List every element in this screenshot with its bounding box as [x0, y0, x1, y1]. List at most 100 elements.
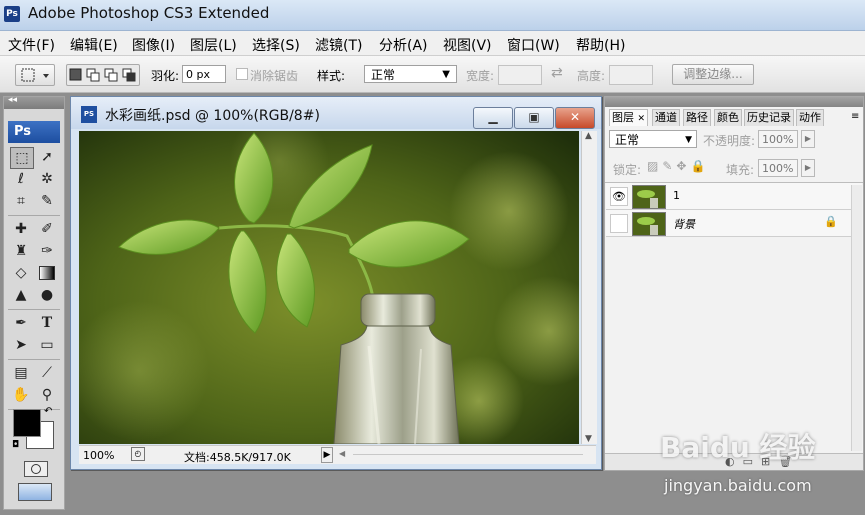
lock-label: 锁定:	[613, 163, 642, 177]
menu-window[interactable]: 窗口(W)	[507, 35, 560, 55]
blur-tool-icon[interactable]: ▲	[10, 285, 32, 305]
tab-channels[interactable]: 通道	[652, 109, 680, 126]
layers-scrollbar[interactable]	[851, 185, 862, 451]
type-tool-icon[interactable]: T	[36, 313, 58, 333]
title-bar: Ps Adobe Photoshop CS3 Extended	[0, 0, 865, 31]
screen-mode-icon[interactable]	[18, 483, 52, 501]
style-label: 样式:	[317, 69, 346, 83]
toolbox: ◂◂ Ps ⬚ ➚ ℓ ✲ ⌗ ✎ ✚ ✐ ♜ ✑ ◇ ▲ ● ✒ T ➤ ▭ …	[3, 95, 65, 510]
tab-paths[interactable]: 路径	[683, 109, 711, 126]
notes-tool-icon[interactable]: ▤	[10, 363, 32, 383]
close-button[interactable]: ✕	[555, 107, 595, 129]
menu-file[interactable]: 文件(F)	[8, 35, 55, 55]
zoom-level[interactable]: 100%	[83, 449, 114, 462]
history-brush-tool-icon[interactable]: ✑	[36, 241, 58, 261]
scroll-left-icon[interactable]: ◀	[339, 449, 345, 458]
lock-options-icon[interactable]: ▨✎✥🔒	[647, 159, 709, 173]
fill-input[interactable]: 100%	[758, 159, 798, 177]
gradient-tool-icon[interactable]	[36, 263, 58, 283]
menu-layer[interactable]: 图层(L)	[190, 35, 237, 55]
chevron-down-icon: ▼	[685, 135, 692, 145]
default-colors-icon[interactable]: ◘	[12, 440, 19, 450]
toolbox-grip[interactable]: ◂◂	[4, 95, 64, 109]
tab-color[interactable]: 颜色	[714, 109, 742, 126]
path-selection-tool-icon[interactable]: ➤	[10, 335, 32, 355]
feather-input[interactable]: 0 px	[182, 65, 226, 83]
minimize-button[interactable]: ▁	[473, 107, 513, 129]
horizontal-scrollbar[interactable]	[353, 454, 583, 455]
height-input[interactable]	[609, 65, 653, 85]
vertical-scrollbar[interactable]: ▲ ▼	[581, 131, 597, 444]
maximize-button[interactable]: ▣	[514, 107, 554, 129]
layer-name: 1	[673, 189, 680, 202]
healing-brush-tool-icon[interactable]: ✚	[10, 219, 32, 239]
selection-modes-icon[interactable]	[67, 65, 139, 85]
rectangular-marquee-tool-icon[interactable]: ⬚	[10, 147, 34, 169]
antialias-checkbox[interactable]	[236, 68, 248, 80]
style-select[interactable]: 正常 ▼	[364, 65, 457, 83]
swap-icon[interactable]: ⇄	[551, 65, 563, 81]
magic-wand-tool-icon[interactable]: ✲	[36, 169, 58, 189]
swap-colors-icon[interactable]: ↶	[44, 406, 52, 417]
fill-slider-icon[interactable]: ▶	[801, 159, 815, 177]
tool-preset-picker[interactable]	[15, 64, 55, 86]
hand-tool-icon[interactable]: ✋	[10, 385, 32, 405]
status-expand-icon[interactable]: ▶	[321, 447, 333, 463]
tab-actions[interactable]: 动作	[796, 109, 824, 126]
document-canvas[interactable]	[79, 131, 579, 444]
opacity-slider-icon[interactable]: ▶	[801, 130, 815, 148]
layer-name: 背景	[673, 218, 695, 231]
opacity-input[interactable]: 100%	[758, 130, 798, 148]
crop-tool-icon[interactable]: ⌗	[10, 191, 32, 211]
eraser-tool-icon[interactable]: ◇	[10, 263, 32, 283]
menu-view[interactable]: 视图(V)	[443, 35, 492, 55]
tab-layers[interactable]: 图层 ✕	[609, 109, 649, 126]
menu-edit[interactable]: 编辑(E)	[70, 35, 118, 55]
refine-edge-button[interactable]: 调整边缘...	[672, 64, 754, 85]
panel-menu-icon[interactable]: ≡	[851, 111, 859, 122]
tab-close-icon[interactable]: ✕	[638, 114, 646, 124]
dodge-tool-icon[interactable]: ●	[36, 285, 58, 305]
foreground-color-swatch[interactable]	[13, 409, 41, 437]
blend-mode-value: 正常	[615, 133, 640, 147]
layer-thumbnail	[632, 185, 666, 209]
scroll-down-icon[interactable]: ▼	[585, 434, 592, 444]
antialias-label: 消除锯齿	[250, 69, 299, 83]
move-tool-icon[interactable]: ➚	[36, 147, 58, 167]
panel-grip[interactable]	[605, 97, 863, 107]
visibility-toggle[interactable]	[610, 214, 628, 233]
menu-help[interactable]: 帮助(H)	[576, 35, 625, 55]
menu-analysis[interactable]: 分析(A)	[379, 35, 428, 55]
zoom-tool-icon[interactable]: ⚲	[36, 385, 58, 405]
quick-mask-icon[interactable]	[24, 461, 48, 477]
layer-row-1[interactable]: 👁 1	[606, 183, 862, 210]
collapse-icon[interactable]: ◂◂	[8, 95, 17, 105]
fill-label: 填充:	[726, 163, 755, 177]
width-input[interactable]	[498, 65, 542, 85]
style-value: 正常	[371, 68, 396, 82]
lock-icon: 🔒	[824, 215, 838, 228]
blend-mode-select[interactable]: 正常 ▼	[609, 130, 697, 148]
marquee-preset-icon	[21, 68, 49, 82]
menu-filter[interactable]: 滤镜(T)	[315, 35, 362, 55]
slice-tool-icon[interactable]: ✎	[36, 191, 58, 211]
layer-thumbnail	[632, 212, 666, 236]
tab-history[interactable]: 历史记录	[744, 109, 794, 126]
scroll-up-icon[interactable]: ▲	[585, 131, 592, 141]
width-label: 宽度:	[466, 69, 495, 83]
canvas-photo	[79, 131, 579, 444]
clone-stamp-tool-icon[interactable]: ♜	[10, 241, 32, 261]
eye-icon[interactable]: 👁	[610, 187, 628, 206]
photoshop-logo-icon: Ps	[4, 6, 20, 22]
lasso-tool-icon[interactable]: ℓ	[10, 169, 32, 189]
pen-tool-icon[interactable]: ✒	[10, 313, 32, 333]
brush-tool-icon[interactable]: ✐	[36, 219, 58, 239]
status-menu-icon[interactable]: ◴	[131, 447, 145, 461]
menu-select[interactable]: 选择(S)	[252, 35, 300, 55]
menu-image[interactable]: 图像(I)	[132, 35, 175, 55]
layer-row-background[interactable]: 背景 🔒	[606, 210, 862, 237]
eyedropper-tool-icon[interactable]: ⟋	[36, 363, 58, 383]
document-title-bar[interactable]: PS 水彩画纸.psd @ 100%(RGB/8#) ▁ ▣ ✕	[71, 97, 601, 129]
rectangle-tool-icon[interactable]: ▭	[36, 335, 58, 355]
opacity-label: 不透明度:	[703, 134, 756, 148]
